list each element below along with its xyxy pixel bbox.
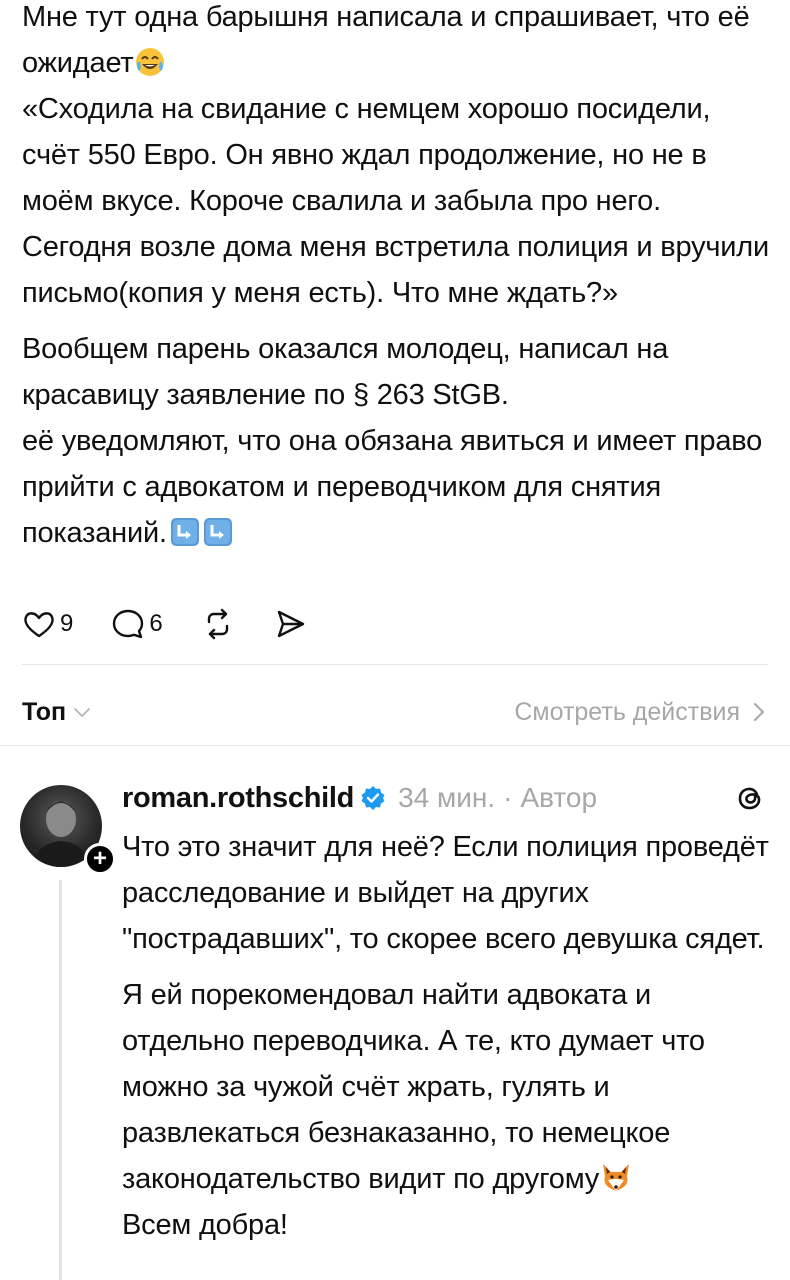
chevron-right-icon (754, 703, 764, 721)
meta-separator: · (503, 782, 513, 813)
sort-dropdown[interactable]: Топ (22, 698, 92, 727)
comment-icon (113, 609, 144, 639)
sort-label: Топ (22, 697, 67, 726)
reply-time: 34 мин. (398, 782, 496, 813)
post-actions-bar: 9 6 (22, 604, 345, 644)
arrow-down-right-emoji-icon (170, 518, 199, 546)
fox-emoji-icon (603, 1164, 630, 1191)
comment-button[interactable]: 6 (111, 607, 163, 641)
post-paragraph: «Сходила на свидание с немцем хорошо пос… (22, 93, 770, 309)
post-paragraph: Мне тут одна барышня написала и спрашива… (22, 0, 772, 86)
reply-avatar-container: + (20, 785, 116, 875)
divider (22, 664, 768, 665)
reply-paragraph: Я ей порекомендовал найти адвоката и отд… (122, 972, 772, 1202)
post-paragraph: Вообщем парень оказался молодец, написал… (22, 333, 669, 411)
send-icon (277, 610, 304, 638)
divider (0, 745, 790, 746)
heart-icon (24, 612, 54, 638)
chevron-down-icon (74, 708, 90, 717)
post-paragraph-text: её уведомляют, что она обязана явиться и… (22, 425, 763, 549)
like-count: 9 (60, 610, 74, 637)
view-activity-label: Смотреть действия (514, 697, 740, 726)
post-paragraph-text: Мне тут одна барышня написала и спрашива… (22, 1, 750, 79)
verified-badge-icon (361, 786, 385, 810)
post-body: Мне тут одна барышня написала и спрашива… (22, 0, 772, 556)
post-paragraph: её уведомляют, что она обязана явиться и… (22, 418, 772, 556)
author-label: Автор (520, 782, 598, 813)
reply-paragraph: Что это значит для неё? Если полиция про… (122, 831, 769, 955)
replies-sort-bar: Топ Смотреть действия (22, 690, 768, 734)
like-button[interactable]: 9 (22, 607, 73, 641)
comment-count: 6 (149, 610, 163, 637)
follow-plus-button[interactable]: + (84, 843, 116, 875)
reply-username[interactable]: roman.rothschild (122, 782, 354, 815)
reply-paragraph: Всем добра! (122, 1209, 288, 1241)
reply-header: roman.rothschild 34 мин. · Автор (122, 776, 597, 820)
arrow-down-right-emoji-icon (203, 518, 232, 546)
repost-icon (207, 608, 228, 640)
share-button[interactable] (273, 607, 307, 641)
reply-body: Что это значит для неё? Если полиция про… (122, 824, 772, 1248)
laughing-emoji-icon (135, 48, 164, 76)
view-activity-link[interactable]: Смотреть действия (514, 698, 768, 727)
thread-line (59, 880, 62, 1280)
repost-button[interactable] (201, 607, 235, 641)
threads-logo-icon[interactable] (732, 780, 768, 816)
